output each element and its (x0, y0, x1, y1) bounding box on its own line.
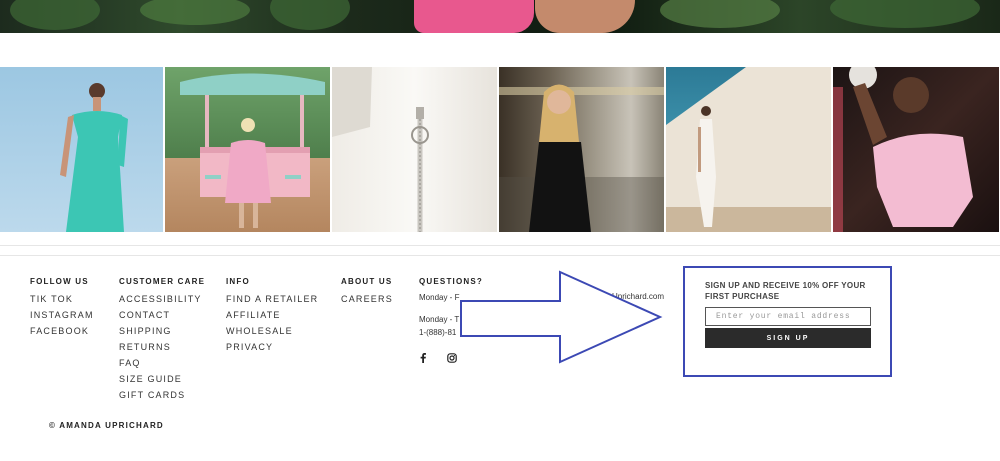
footer-column-info: INFO FIND A RETAILER AFFILIATE WHOLESALE… (226, 277, 318, 355)
divider (0, 245, 1000, 246)
footer-link-instagram[interactable]: INSTAGRAM (30, 307, 94, 323)
footer-link-size-guide[interactable]: SIZE GUIDE (119, 371, 205, 387)
instagram-icon[interactable] (447, 353, 457, 366)
footer-column-follow-us: FOLLOW US TIK TOK INSTAGRAM FACEBOOK (30, 277, 94, 339)
divider (0, 255, 1000, 256)
signup-title: SIGN UP AND RECEIVE 10% OFF YOUR FIRST P… (705, 281, 866, 301)
sign-up-button[interactable]: SIGN UP (705, 328, 871, 348)
footer-link-find-a-retailer[interactable]: FIND A RETAILER (226, 291, 318, 307)
phone-number[interactable]: 1-(888)-81 (419, 327, 456, 338)
instagram-photo-grid (0, 67, 1000, 232)
footer-link-faq[interactable]: FAQ (119, 355, 205, 371)
hours-text: Monday - F (419, 293, 460, 302)
photo-tile[interactable] (833, 67, 999, 232)
footer-link-facebook[interactable]: FACEBOOK (30, 323, 94, 339)
hours-text: Monday - T (419, 315, 460, 324)
column-heading: FOLLOW US (30, 277, 89, 286)
footer-column-about-us: ABOUT US CAREERS (341, 277, 393, 307)
arrow-annotation-icon (460, 270, 663, 364)
footer-link-privacy[interactable]: PRIVACY (226, 339, 318, 355)
footer-link-tiktok[interactable]: TIK TOK (30, 291, 94, 307)
photo-tile[interactable] (332, 67, 497, 232)
copyright-text: © AMANDA UPRICHARD (49, 421, 164, 430)
column-heading: ABOUT US (341, 277, 393, 286)
email-field[interactable] (705, 307, 871, 326)
photo-tile[interactable] (165, 67, 330, 232)
footer-column-customer-care: CUSTOMER CARE ACCESSIBILITY CONTACT SHIP… (119, 277, 205, 403)
footer-link-shipping[interactable]: SHIPPING (119, 323, 205, 339)
footer-link-affiliate[interactable]: AFFILIATE (226, 307, 318, 323)
footer-link-returns[interactable]: RETURNS (119, 339, 205, 355)
footer-link-contact[interactable]: CONTACT (119, 307, 205, 323)
hero-banner-image (0, 0, 1000, 33)
photo-tile[interactable] (499, 67, 664, 232)
footer-link-wholesale[interactable]: WHOLESALE (226, 323, 318, 339)
footer-link-gift-cards[interactable]: GIFT CARDS (119, 387, 205, 403)
footer-link-careers[interactable]: CAREERS (341, 291, 393, 307)
footer-link-accessibility[interactable]: ACCESSIBILITY (119, 291, 205, 307)
column-heading: CUSTOMER CARE (119, 277, 206, 286)
photo-tile[interactable] (0, 67, 163, 232)
column-heading: INFO (226, 277, 250, 286)
photo-tile[interactable] (666, 67, 831, 232)
facebook-icon[interactable] (419, 353, 427, 366)
